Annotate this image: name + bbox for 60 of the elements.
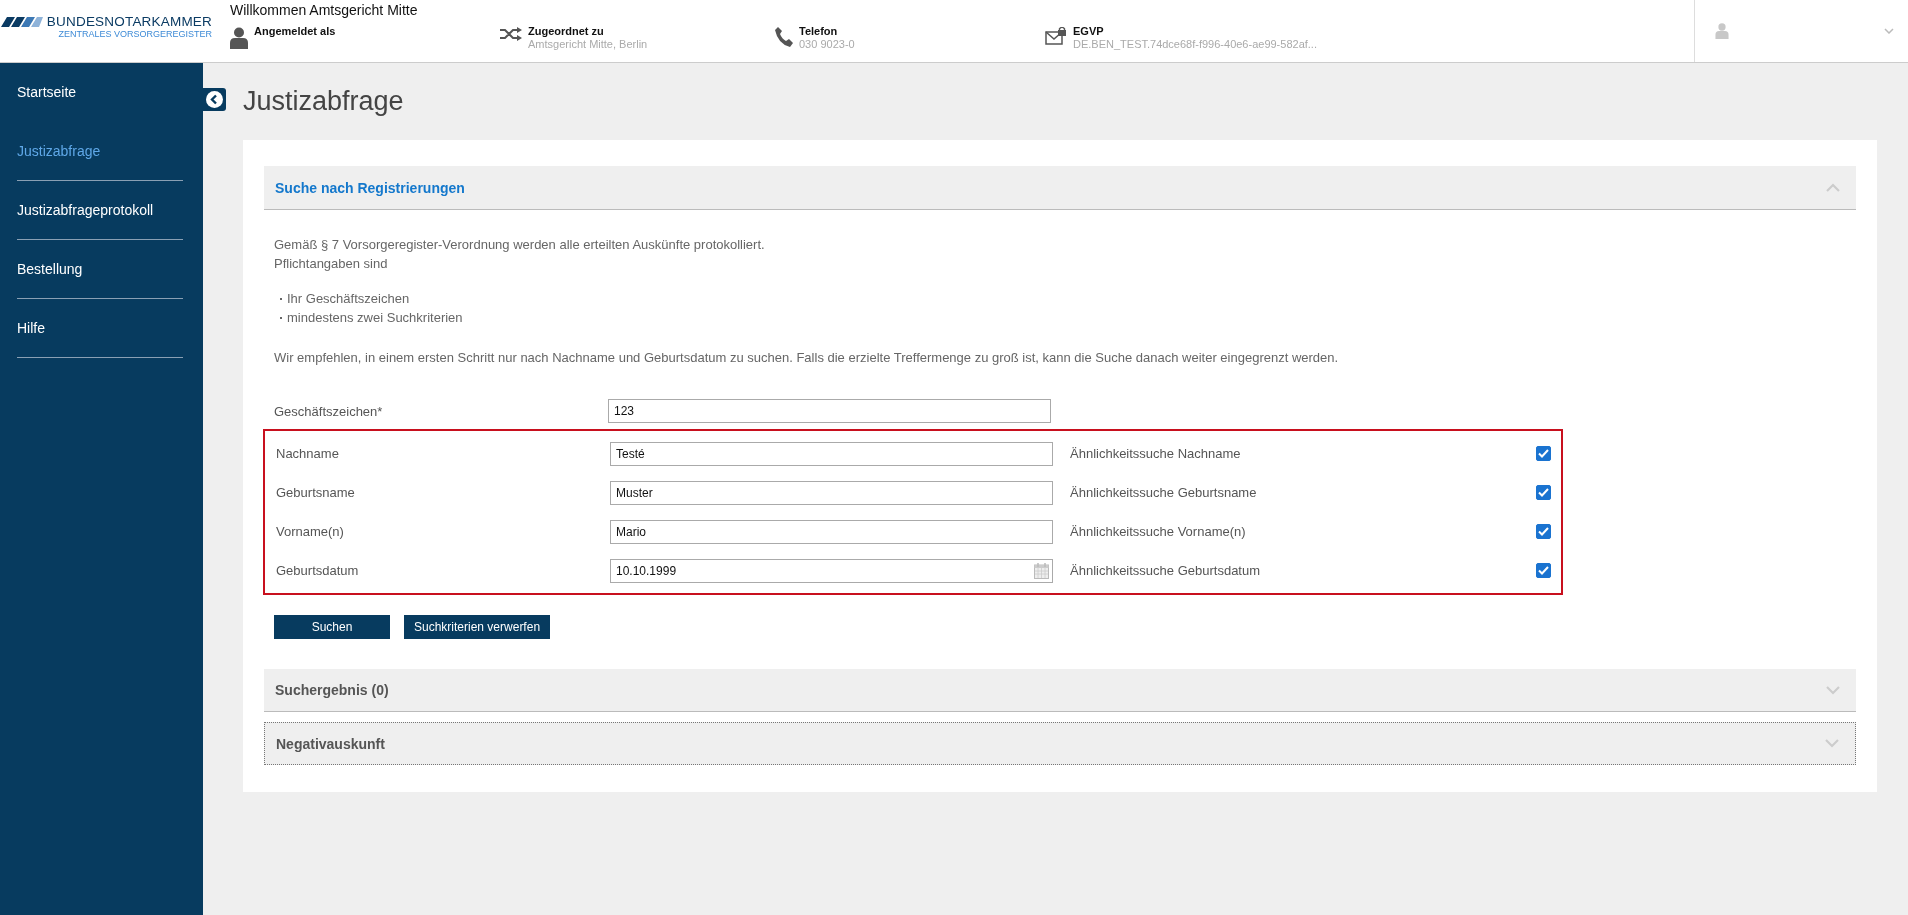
page-title: Justizabfrage: [243, 86, 404, 117]
checkbox[interactable]: [1536, 446, 1551, 461]
sidebar-item[interactable]: Bestellung: [17, 240, 183, 299]
info-label: Zugeordnet zu: [528, 25, 605, 37]
panel-title: Suchergebnis (0): [275, 682, 389, 698]
checkbox-label: Ähnlichkeitssuche Geburtsname: [1070, 485, 1258, 500]
calendar-icon: [1034, 562, 1049, 579]
input-field[interactable]: 123: [608, 399, 1051, 423]
logo-stripes-icon: [0, 16, 43, 27]
panel-header[interactable]: Negativauskunft: [264, 722, 1856, 765]
hint-text: Wir empfehlen, in einem ersten Schritt nur nach Nachname und Geburtsdatum zu suchen. Falls die erzielte Treffermenge zu groß ist, kann die Suche danach weiter eingegrenzt werden.: [274, 349, 1340, 367]
chevron-down-icon: [1826, 685, 1840, 695]
user-avatar-icon: [1715, 23, 1729, 39]
sidebar-item[interactable]: Startseite: [17, 63, 183, 122]
intro-text: Pflichtangaben sind: [274, 255, 389, 273]
info-label: Angemeldet als: [254, 25, 336, 37]
field-label: Vorname(n): [276, 524, 345, 539]
sidebar-item[interactable]: Justizabfrage: [17, 122, 183, 181]
input-field[interactable]: Testé: [610, 441, 1053, 466]
phone-icon: [775, 27, 793, 47]
bullet-text: mindestens zwei Suchkriterien: [287, 309, 463, 327]
date-field[interactable]: 10.10.1999: [610, 558, 1053, 583]
checkbox[interactable]: [1536, 563, 1551, 578]
checkbox[interactable]: [1536, 485, 1551, 500]
info-label: Telefon: [799, 25, 839, 37]
search-button[interactable]: Suchen: [274, 615, 390, 639]
field-label: Geschäftszeichen*: [274, 403, 384, 419]
info-value: 030 9023-0: [799, 38, 855, 50]
chevron-up-icon: [1826, 183, 1840, 192]
shuffle-icon: [500, 27, 522, 41]
intro-text: Gemäß § 7 Vorsorgeregister-Verordnung werden alle erteilten Auskünfte protokolliert.: [274, 236, 766, 254]
panel-header[interactable]: Suchergebnis (0): [264, 669, 1856, 712]
panel-header[interactable]: Suche nach Registrierungen: [264, 166, 1856, 210]
welcome-text: Willkommen Amtsgericht Mitte: [230, 2, 419, 18]
user-icon: [230, 27, 248, 49]
sidebar-item[interactable]: Justizabfrageprotokoll: [17, 181, 183, 240]
checkbox-label: Ähnlichkeitssuche Nachname: [1070, 446, 1242, 461]
bullet-text: Ihr Geschäftszeichen: [287, 290, 410, 308]
collapse-sidebar-button[interactable]: [203, 88, 226, 111]
chevron-down-icon: [1825, 739, 1839, 748]
info-value: DE.BEN_TEST.74dce68f-f996-40e6-ae99-582af...: [1073, 38, 1317, 50]
info-label: EGVP: [1073, 25, 1105, 37]
checkbox-label: Ähnlichkeitssuche Geburtsdatum: [1070, 563, 1262, 578]
reset-button[interactable]: Suchkriterien verwerfen: [404, 615, 551, 639]
logo-name: BUNDESNOTARKAMMER: [46, 14, 212, 29]
field-label: Nachname: [276, 446, 340, 461]
panel-title: Suche nach Registrierungen: [275, 179, 465, 196]
chevron-left-circle-icon: [206, 91, 223, 108]
input-field[interactable]: Muster: [610, 480, 1053, 505]
info-value: Amtsgericht Mitte, Berlin: [528, 38, 648, 50]
checkbox[interactable]: [1536, 524, 1551, 539]
panel-title: Negativauskunft: [276, 735, 385, 752]
logo-subtitle: ZENTRALES VORSORGEREGISTER: [58, 29, 212, 39]
envelope-lock-icon: [1045, 27, 1067, 45]
field-label: Geburtsdatum: [276, 563, 360, 578]
sidebar-item[interactable]: Hilfe: [17, 299, 183, 358]
chevron-down-icon: [1884, 28, 1894, 34]
input-field[interactable]: Mario: [610, 519, 1053, 544]
checkbox-label: Ähnlichkeitssuche Vorname(n): [1070, 524, 1247, 539]
field-label: Geburtsname: [276, 485, 356, 500]
